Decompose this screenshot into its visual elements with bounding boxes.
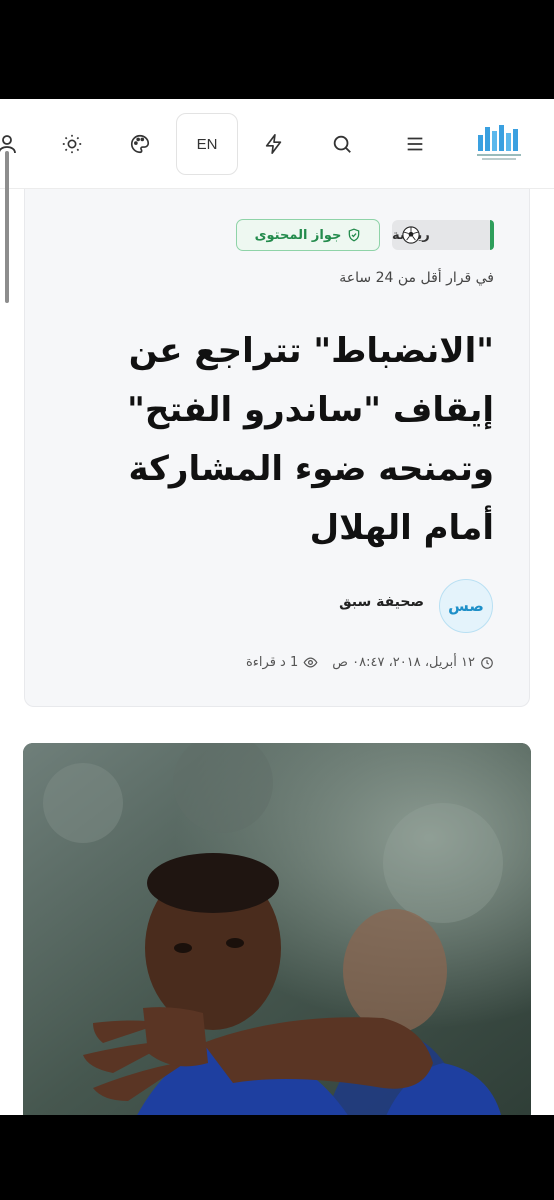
shield-check-icon xyxy=(349,228,360,242)
menu-icon[interactable] xyxy=(392,121,438,167)
language-button[interactable]: EN xyxy=(176,113,238,175)
article-title: "الانضباط" تتراجع عن إيقاف "ساندرو الفتح… xyxy=(127,331,494,548)
bottom-bar-area xyxy=(0,1115,554,1200)
content-pass-label: جواز المحتوى xyxy=(254,227,342,243)
palette-icon[interactable] xyxy=(117,121,163,167)
publish-date-text: ١٢ أبريل، ٢٠١٨، ٠٨:٤٧ ص xyxy=(332,655,475,670)
reading-time-text: 1 د قراءة xyxy=(246,655,299,670)
publish-date: ١٢ أبريل، ٢٠١٨، ٠٨:٤٧ ص xyxy=(332,655,494,670)
article-meta: ١٢ أبريل، ٢٠١٨، ٠٨:٤٧ ص 1 د قراءة xyxy=(246,655,494,670)
lightning-icon[interactable] xyxy=(251,121,297,167)
status-bar-area xyxy=(0,0,554,99)
eye-icon xyxy=(303,657,318,668)
category-accent-bar xyxy=(490,220,494,250)
search-icon[interactable] xyxy=(319,121,365,167)
player-photo-illustration xyxy=(23,743,531,1115)
theme-icon[interactable] xyxy=(49,121,95,167)
clock-icon xyxy=(481,656,493,669)
author-avatar[interactable]: صس xyxy=(439,579,493,633)
top-navigation-bar: EN xyxy=(0,99,554,189)
content-pass-badge[interactable]: جواز المحتوى xyxy=(236,219,380,251)
category-badge[interactable]: رياضة xyxy=(392,220,494,250)
reading-time: 1 د قراءة xyxy=(246,655,318,670)
author-name[interactable]: صحيفة سبق xyxy=(339,594,424,610)
site-logo[interactable] xyxy=(474,121,526,167)
app-screen: EN جواز المحتوى في قرار أقل من 24 ساعة "… xyxy=(0,99,554,1115)
article-photo xyxy=(23,743,531,1115)
scrollbar[interactable] xyxy=(5,151,9,303)
article-summary-line: في قرار أقل من 24 ساعة xyxy=(339,270,494,286)
soccer-ball-icon xyxy=(402,226,420,244)
article-header-card: رياضة جواز المحتوى في قرار أقل من 24 ساع… xyxy=(24,189,530,707)
